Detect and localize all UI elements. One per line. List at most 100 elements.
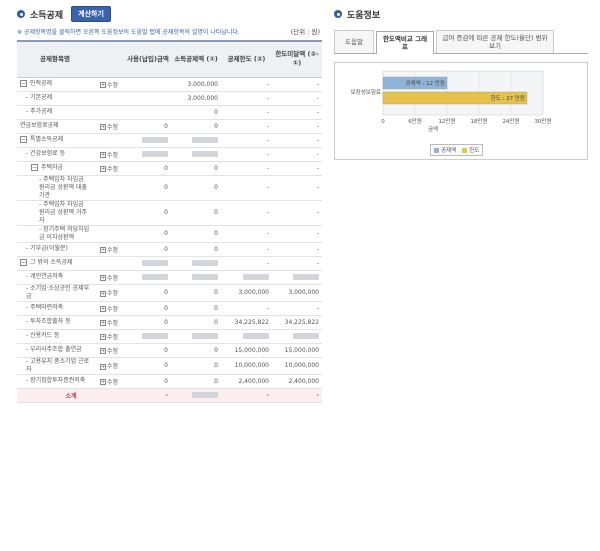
row-label-cell[interactable]: - 소기업·소상공인 공제부금 (17, 284, 93, 302)
row-label-cell[interactable]: - 주택마련저축 (17, 301, 93, 316)
row-label-cell[interactable]: - 개인연금저축 (17, 270, 93, 285)
collapse-toggle-icon[interactable]: − (20, 80, 27, 87)
edit-plus-icon[interactable]: + (99, 275, 106, 281)
collapse-toggle-icon[interactable]: − (31, 164, 38, 171)
table-row: − 인적공제 + 수정 3,000,000- - (17, 77, 322, 92)
edit-plus-icon[interactable]: + (99, 320, 106, 326)
row-label[interactable]: - 건강보험료 등 (26, 150, 65, 157)
row-label-cell[interactable]: - 건강보험료 등 (17, 147, 93, 162)
edit-cell[interactable]: + 수정 (93, 357, 125, 375)
edit-link[interactable]: 수정 (107, 247, 118, 254)
row-label[interactable]: - 개인연금저축 (26, 273, 63, 280)
edit-cell[interactable]: + 수정 (93, 119, 125, 134)
edit-cell[interactable]: + 수정 (93, 343, 125, 358)
row-label-cell[interactable]: 연금보험료공제 (17, 119, 93, 134)
edit-plus-icon[interactable]: + (99, 247, 106, 253)
edit-link[interactable]: 수정 (107, 379, 118, 386)
edit-link[interactable]: 수정 (107, 124, 118, 131)
edit-cell[interactable]: + 수정 (93, 301, 125, 316)
tab-help[interactable]: 도움말 (334, 30, 374, 53)
edit-cell[interactable]: + 수정 (93, 147, 125, 162)
edit-cell[interactable]: + 수정 (93, 242, 125, 257)
edit-cell[interactable]: + 수정 (93, 315, 125, 330)
edit-plus-icon[interactable]: + (99, 124, 106, 130)
edit-cell (93, 105, 125, 120)
calculate-button[interactable]: 계산하기 (71, 6, 111, 22)
edit-plus-icon[interactable]: + (99, 348, 106, 354)
edit-plus-icon[interactable]: + (99, 152, 106, 158)
legend-label: 한도 (469, 148, 480, 154)
row-label[interactable]: - 기부금(이월분) (26, 245, 68, 252)
row-label-cell[interactable]: - 기본공제 (17, 91, 93, 106)
edit-link[interactable]: 수정 (107, 348, 118, 355)
deduction-title: 소득공제 (30, 10, 64, 21)
row-label[interactable]: - 장기집합투자증권저축 (26, 377, 85, 384)
row-label[interactable]: - 신용카드 등 (26, 332, 60, 339)
row-label[interactable]: - 우리사주조합 출연금 (26, 346, 82, 353)
collapse-toggle-icon[interactable]: − (20, 136, 27, 143)
row-label-cell[interactable]: - 신용카드 등 (17, 329, 93, 344)
row-label-cell[interactable]: − 인적공제 (17, 77, 93, 92)
legend-item: 공제액 (434, 146, 456, 154)
edit-cell[interactable]: + 수정 (93, 284, 125, 302)
shortfall-amount: - (272, 105, 322, 120)
row-label[interactable]: - 주택마련저축 (26, 304, 63, 311)
row-label[interactable]: - 기본공제 (26, 94, 52, 101)
edit-link[interactable]: 수정 (107, 166, 118, 173)
edit-link[interactable]: 수정 (107, 334, 118, 341)
row-label-cell[interactable]: − 주택자금 (17, 161, 93, 176)
edit-link[interactable]: 수정 (107, 306, 118, 313)
row-label[interactable]: 인적공제 (30, 80, 52, 87)
row-label-cell[interactable]: − 특별소득공제 (17, 133, 93, 148)
row-label[interactable]: - 주택임차 차입금 원리금 상환액 거주자 (39, 201, 87, 224)
row-label-cell[interactable]: - 장기집합투자증권저축 (17, 374, 93, 389)
edit-cell[interactable]: + 수정 (93, 270, 125, 285)
edit-plus-icon[interactable]: + (99, 379, 106, 385)
edit-cell[interactable]: + 수정 (93, 329, 125, 344)
used-amount: 0 (125, 343, 171, 358)
row-label-cell[interactable]: − 그 밖의 소득공제 (17, 256, 93, 271)
row-label[interactable]: - 주택임차 차입금 원리금 상환액 대출기관 (39, 176, 87, 199)
row-label-cell[interactable]: - 주택임차 차입금 원리금 상환액 대출기관 (17, 175, 93, 201)
edit-cell[interactable]: + 수정 (93, 374, 125, 389)
table-row: - 장기주택 저당차입금 이자상환액 0 0- - (17, 225, 322, 243)
row-label-cell[interactable]: - 투자조합출자 등 (17, 315, 93, 330)
masked-value (192, 274, 218, 280)
row-label[interactable]: - 장기주택 저당차입금 이자상환액 (39, 226, 89, 241)
edit-plus-icon[interactable]: + (99, 82, 106, 88)
row-label[interactable]: - 소기업·소상공인 공제부금 (26, 285, 89, 300)
row-label-cell[interactable]: - 고용유지 중소기업 근로자 (17, 357, 93, 375)
edit-plus-icon[interactable]: + (99, 306, 106, 312)
deduction-header: 소득공제 계산하기 (17, 6, 322, 22)
row-label-cell[interactable]: - 추가공제 (17, 105, 93, 120)
edit-cell[interactable]: + 수정 (93, 77, 125, 92)
limit-amount: - (221, 200, 272, 226)
row-label-cell[interactable]: - 주택임차 차입금 원리금 상환액 거주자 (17, 200, 93, 226)
edit-link[interactable]: 수정 (107, 152, 118, 159)
edit-link[interactable]: 수정 (107, 275, 118, 282)
section-bullet-icon (17, 10, 25, 18)
row-label[interactable]: - 투자조합출자 등 (26, 318, 71, 325)
row-label[interactable]: 그 밖의 소득공제 (30, 259, 72, 266)
edit-plus-icon[interactable]: + (99, 363, 106, 370)
notice-text: ※ 공제항목명을 클릭하면 오른쪽 도움정보의 도움말 탭에 공제항목의 설명이… (17, 28, 240, 36)
edit-plus-icon[interactable]: + (99, 290, 106, 297)
edit-cell[interactable]: + 수정 (93, 161, 125, 176)
row-label[interactable]: 주택자금 (41, 164, 63, 171)
tab-limit-graph[interactable]: 한도액비교 그래프 (376, 31, 434, 54)
edit-link[interactable]: 수정 (107, 320, 118, 327)
edit-link[interactable]: 수정 (107, 290, 118, 297)
row-label-cell[interactable]: - 장기주택 저당차입금 이자상환액 (17, 225, 93, 243)
row-label[interactable]: 특별소득공제 (30, 136, 63, 143)
edit-link[interactable]: 수정 (107, 82, 118, 89)
collapse-toggle-icon[interactable]: − (20, 259, 27, 266)
row-label-cell[interactable]: - 기부금(이월분) (17, 242, 93, 257)
edit-plus-icon[interactable]: + (99, 166, 106, 172)
row-label[interactable]: - 고용유지 중소기업 근로자 (26, 358, 89, 373)
edit-plus-icon[interactable]: + (99, 334, 106, 340)
row-label[interactable]: 연금보험료공제 (20, 122, 59, 129)
tab-salary-range[interactable]: 급여 증감에 따른 공제 한도(율단) 범위 보기 (436, 30, 554, 53)
edit-link[interactable]: 수정 (107, 363, 118, 370)
row-label[interactable]: - 추가공제 (26, 108, 52, 115)
row-label-cell[interactable]: - 우리사주조합 출연금 (17, 343, 93, 358)
